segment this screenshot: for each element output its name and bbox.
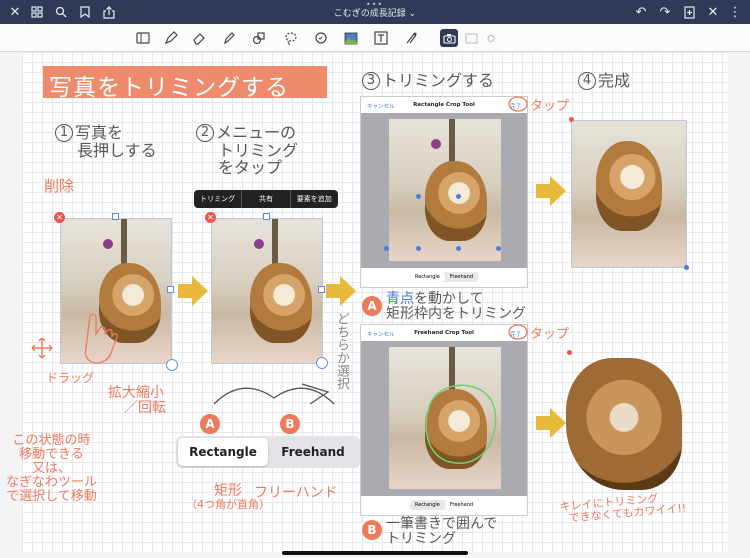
choice-brace-icon — [213, 383, 335, 405]
tap-label: タップ — [530, 327, 570, 342]
right-arrow-icon — [178, 276, 208, 306]
choice-a-badge: A — [200, 414, 220, 434]
laser-icon[interactable] — [402, 29, 420, 47]
delete-button[interactable]: ✕ — [54, 212, 65, 223]
menu-item-crop[interactable]: トリミング — [194, 190, 243, 208]
text-icon[interactable] — [372, 29, 390, 47]
right-arrow-icon — [536, 176, 566, 206]
crop-corner-dot[interactable] — [456, 194, 461, 199]
freehand-option[interactable]: Freehand — [268, 438, 358, 466]
scale-rotate-handle[interactable] — [166, 359, 178, 371]
badge-a: A — [362, 296, 382, 316]
undo-icon[interactable]: ↶ — [632, 3, 650, 21]
move-note: この状態の時 移動できる 又は、 なぎなわツール で選択して移動 — [6, 433, 98, 505]
right-arrow-icon — [536, 408, 566, 438]
result-handle[interactable] — [567, 350, 572, 355]
delete-button[interactable]: ✕ — [205, 212, 216, 223]
photo-step2[interactable] — [211, 218, 323, 364]
delete-label: 削除 — [44, 177, 75, 195]
scale-label: 拡大縮小 ／回転 — [108, 385, 166, 417]
crop-corner-dot[interactable] — [456, 246, 461, 251]
resize-handle-top[interactable] — [112, 213, 119, 220]
menu-item-share[interactable]: 共有 — [242, 190, 291, 208]
crop-corner-dot[interactable] — [496, 246, 501, 251]
crop-tool-title: Freehand Crop Tool — [414, 330, 474, 336]
step4-label: 4 完成 — [578, 72, 630, 90]
reader-icon[interactable] — [134, 29, 152, 47]
drag-label: ドラッグ — [46, 371, 95, 385]
resize-handle-top[interactable] — [263, 213, 270, 220]
step3-label: 3 トリミングする — [362, 72, 494, 90]
badge-b: B — [362, 520, 382, 540]
title-bar: ••• ✕ こむぎの成長記録 ⌄ ↶ ↷ ✕ ⋮ — [0, 0, 750, 24]
freehand-result-photo[interactable] — [566, 358, 682, 490]
more-icon[interactable]: ⋮ — [726, 3, 744, 21]
tap-circle-icon — [508, 96, 528, 112]
result-handle[interactable] — [684, 265, 689, 270]
home-indicator[interactable] — [282, 551, 468, 555]
tap-label: タップ — [530, 99, 570, 114]
freehand-lasso-path — [425, 384, 497, 464]
step2-label: 2 メニューの トリミング をタップ — [196, 124, 298, 177]
tool-bar — [0, 24, 750, 52]
cat-photo — [250, 263, 312, 343]
crop-mode-switch[interactable]: Rectangle Freehand — [409, 272, 479, 282]
context-menu: トリミング 共有 要素を追加 — [194, 190, 338, 208]
sticker-icon[interactable] — [312, 29, 330, 47]
lasso-icon[interactable] — [282, 29, 300, 47]
photo-dim-icon — [462, 29, 480, 47]
tap-circle-icon — [508, 324, 528, 340]
highlighter-icon[interactable] — [220, 29, 238, 47]
free-desc: フリーハンド — [254, 485, 338, 501]
move-arrows-icon — [31, 337, 53, 359]
page-title: 写真をトリミングする — [43, 66, 327, 101]
scale-rotate-handle[interactable] — [316, 357, 328, 369]
crop-corner-dot[interactable] — [384, 246, 389, 251]
result-handle[interactable] — [569, 117, 574, 122]
add-page-icon[interactable] — [680, 3, 698, 21]
step1-label: 1 写真を 長押しする — [55, 124, 157, 159]
pen-icon[interactable] — [162, 29, 180, 47]
rectangle-option[interactable]: Rectangle — [178, 438, 268, 466]
crop-tool-title: Rectangle Crop Tool — [413, 102, 475, 108]
shape-icon[interactable] — [250, 29, 268, 47]
resize-handle-right[interactable] — [167, 286, 174, 293]
crop-mode-segmented-control[interactable]: Rectangle Freehand — [176, 436, 360, 468]
b-note: 一筆書きで囲んで トリミング — [386, 516, 498, 548]
camera-icon[interactable] — [440, 29, 458, 47]
a-note: 青点を動かして 矩形枠内をトリミング — [386, 291, 526, 323]
image-icon[interactable] — [342, 29, 360, 47]
crop-photo — [389, 119, 501, 261]
eraser-icon[interactable] — [190, 29, 208, 47]
crop-corner-dot[interactable] — [416, 246, 421, 251]
more-dim-icon — [482, 29, 500, 47]
crop-mode-switch[interactable]: Rectangle Freehand — [409, 500, 479, 510]
close-x-icon[interactable]: ✕ — [704, 3, 722, 21]
right-arrow-icon — [326, 276, 356, 306]
redo-icon[interactable]: ↷ — [656, 3, 674, 21]
choice-b-badge: B — [280, 414, 300, 434]
freehand-crop-tool: キャンセル Freehand Crop Tool 完了 Rectangle Fre… — [360, 324, 528, 516]
hand-pointer-icon — [84, 313, 118, 364]
menu-item-add-element[interactable]: 要素を追加 — [291, 190, 338, 208]
choose-label: どちらか選択 — [334, 312, 350, 390]
rectangle-crop-tool: キャンセル Rectangle Crop Tool 完了 Rectangle Fr… — [360, 96, 528, 288]
crop-corner-dot[interactable] — [416, 194, 421, 199]
cropped-result-photo[interactable] — [571, 120, 687, 268]
resize-handle-right[interactable] — [318, 286, 325, 293]
